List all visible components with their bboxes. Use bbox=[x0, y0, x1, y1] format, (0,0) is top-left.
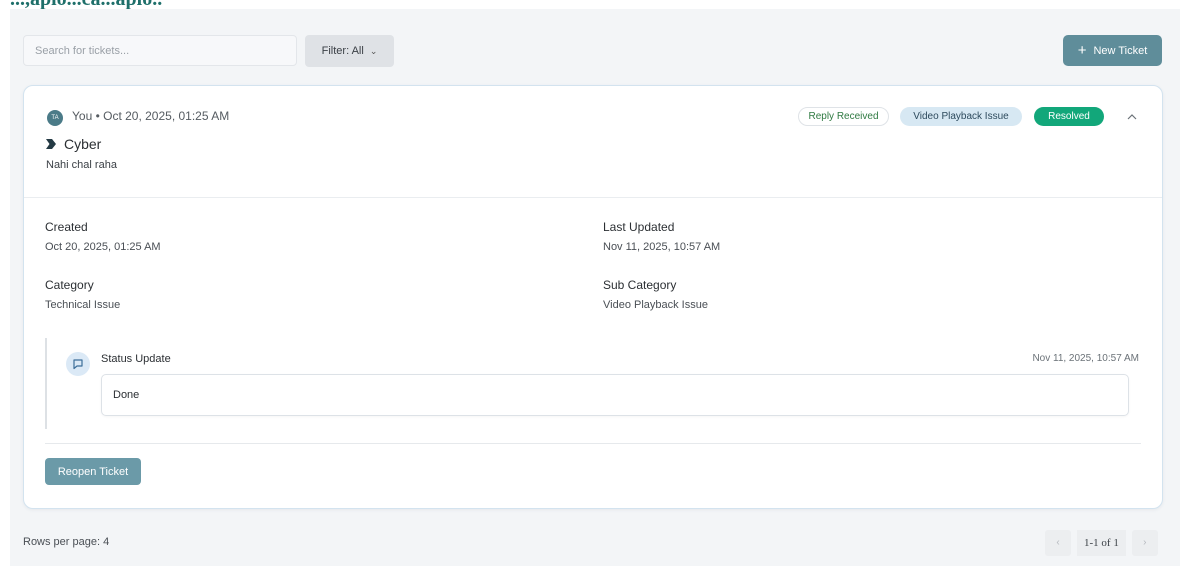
chevron-up-icon bbox=[1127, 114, 1137, 120]
ticket-description: Nahi chal raha bbox=[46, 159, 117, 171]
new-ticket-button[interactable]: + New Ticket bbox=[1063, 35, 1162, 66]
avatar: TA bbox=[47, 110, 63, 126]
ticket-meta: You • Oct 20, 2025, 01:25 AM bbox=[72, 109, 230, 123]
subcategory-label: Sub Category bbox=[603, 278, 677, 292]
page-range: 1-1 of 1 bbox=[1077, 529, 1126, 556]
ticket-card: TA You • Oct 20, 2025, 01:25 AM Cyber Na… bbox=[23, 85, 1163, 509]
subcategory-value: Video Playback Issue bbox=[603, 299, 708, 311]
tickets-page: Filter: All ⌄ + New Ticket TA You • Oct … bbox=[10, 9, 1180, 566]
created-label: Created bbox=[45, 220, 88, 234]
filter-dropdown[interactable]: Filter: All ⌄ bbox=[305, 35, 394, 67]
subcategory-badge: Video Playback Issue bbox=[900, 107, 1022, 126]
category-value: Technical Issue bbox=[45, 299, 121, 311]
chevron-down-icon: ⌄ bbox=[369, 45, 378, 56]
last-updated-label: Last Updated bbox=[603, 220, 675, 234]
ticket-title-row: Cyber bbox=[46, 136, 101, 152]
filter-label: Filter: All bbox=[321, 45, 364, 57]
status-badge: Resolved bbox=[1034, 107, 1104, 126]
pagination: ‹ 1-1 of 1 › bbox=[1045, 529, 1162, 556]
divider bbox=[45, 443, 1141, 444]
new-ticket-label: New Ticket bbox=[1093, 44, 1148, 57]
history-title: Status Update bbox=[101, 353, 171, 365]
chevron-left-icon[interactable]: ‹ bbox=[1045, 529, 1071, 556]
category-label: Category bbox=[45, 278, 94, 292]
rows-per-page[interactable]: Rows per page: 4 bbox=[23, 536, 109, 548]
history-timestamp: Nov 11, 2025, 10:57 AM bbox=[1032, 353, 1139, 364]
chevron-tag-icon bbox=[46, 139, 56, 149]
created-value: Oct 20, 2025, 01:25 AM bbox=[45, 241, 161, 253]
reply-received-badge: Reply Received bbox=[798, 107, 889, 126]
chevron-right-icon[interactable]: › bbox=[1131, 529, 1158, 556]
history-message: Done bbox=[101, 374, 1129, 416]
search-input[interactable] bbox=[23, 35, 297, 66]
cropped-header-text: ...,aplo...ca...aplo.. bbox=[10, 0, 162, 9]
last-updated-value: Nov 11, 2025, 10:57 AM bbox=[603, 241, 721, 253]
reopen-ticket-button[interactable]: Reopen Ticket bbox=[45, 458, 141, 485]
plus-icon: + bbox=[1077, 41, 1087, 59]
ticket-title: Cyber bbox=[64, 136, 102, 152]
divider bbox=[24, 197, 1162, 198]
history-entry: Status Update Nov 11, 2025, 10:57 AM Don… bbox=[45, 338, 1139, 429]
message-icon bbox=[66, 352, 90, 376]
collapse-button[interactable] bbox=[1122, 107, 1142, 127]
cropped-header: ...,aplo...ca...aplo.. bbox=[0, 0, 1190, 9]
